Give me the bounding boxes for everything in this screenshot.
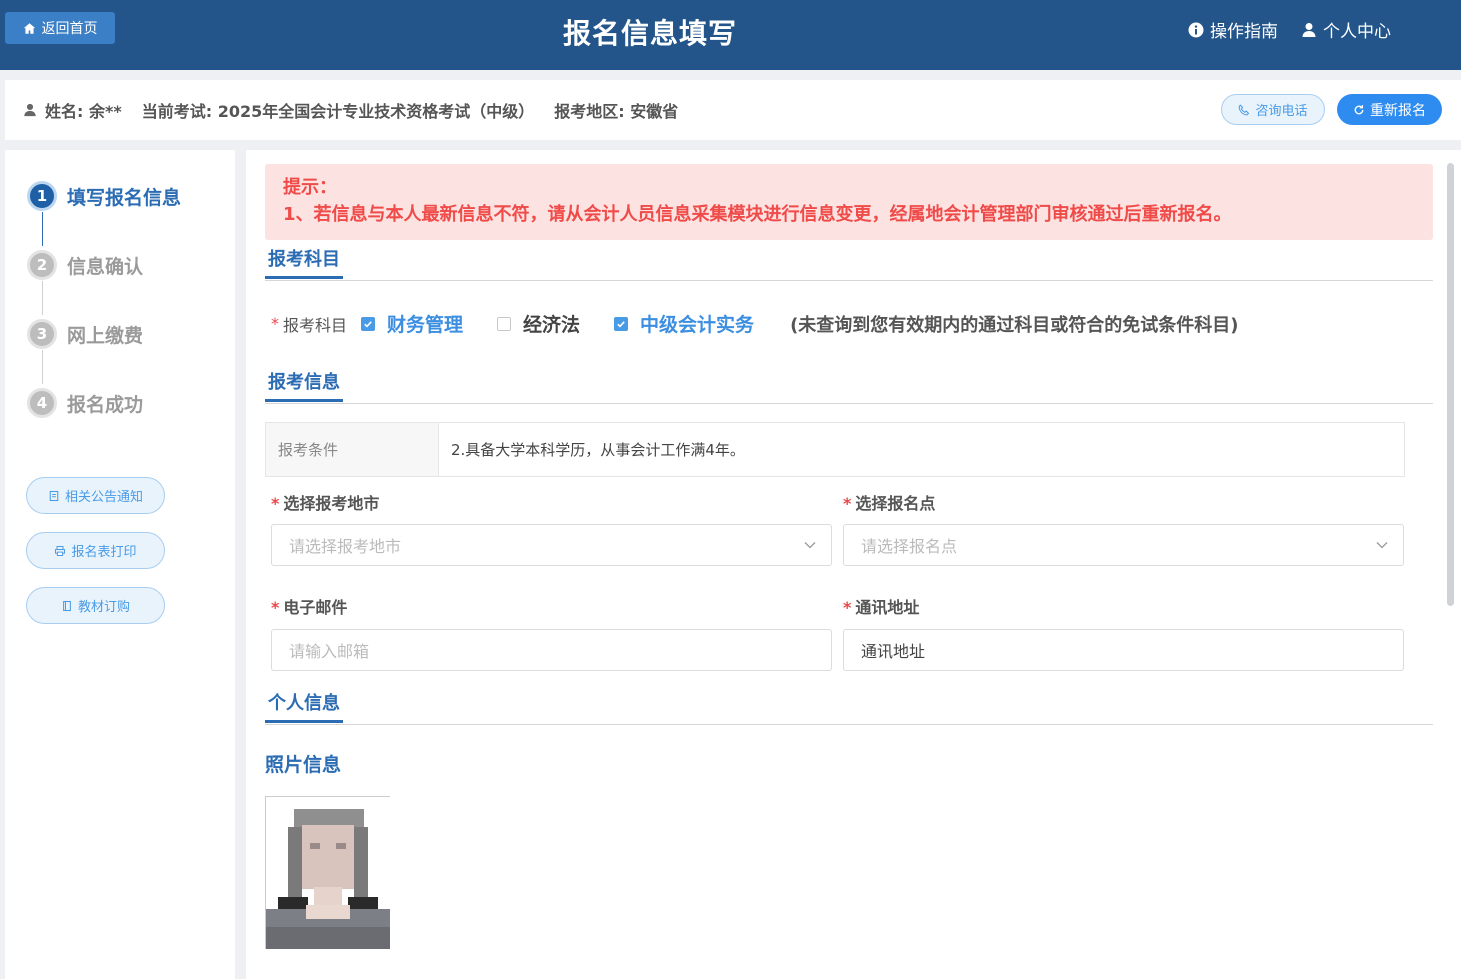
print-form-label: 报名表打印 bbox=[71, 545, 137, 560]
required-mark: * bbox=[271, 598, 280, 617]
section-subjects: 报考科目 bbox=[265, 248, 1433, 281]
point-field-label: * 选择报名点 bbox=[843, 490, 935, 514]
email-field-label: * 电子邮件 bbox=[271, 594, 347, 618]
profile-link[interactable]: 个人中心 bbox=[1301, 17, 1391, 42]
email-input[interactable]: 请输入邮箱 bbox=[271, 629, 832, 671]
top-bar: 返回首页 报名信息填写 操作指南 个人中心 bbox=[0, 0, 1461, 70]
city-field-label: * 选择报考地市 bbox=[271, 490, 379, 514]
required-mark: * bbox=[843, 598, 852, 617]
profile-link-label: 个人中心 bbox=[1323, 22, 1391, 42]
condition-key: 报考条件 bbox=[266, 423, 439, 476]
email-input-placeholder: 请输入邮箱 bbox=[289, 642, 370, 661]
chevron-down-icon bbox=[1376, 542, 1388, 549]
subject-name[interactable]: 经济法 bbox=[523, 310, 580, 337]
step-label: 网上缴费 bbox=[67, 324, 144, 347]
section-title: 报考科目 bbox=[265, 248, 343, 279]
exam-region: 报考地区: 安徽省 bbox=[554, 102, 679, 121]
section-title: 个人信息 bbox=[265, 692, 343, 723]
email-label-text: 电子邮件 bbox=[283, 598, 348, 617]
subject-selection-row: * 报考科目 财务管理 经济法 中级会计实务 (未查询到您有效期内的通过科目或符… bbox=[271, 310, 1239, 337]
address-input[interactable]: 通讯地址 bbox=[843, 629, 1404, 671]
textbook-order-label: 教材订购 bbox=[77, 600, 130, 615]
step-number: 4 bbox=[27, 388, 57, 418]
reapply-button[interactable]: 重新报名 bbox=[1337, 94, 1442, 125]
notice-title: 提示： bbox=[283, 177, 337, 198]
step-connector bbox=[42, 350, 43, 384]
consult-phone-button[interactable]: 咨询电话 bbox=[1221, 94, 1325, 125]
step-label: 信息确认 bbox=[67, 255, 144, 278]
address-input-value: 通讯地址 bbox=[861, 642, 926, 661]
step-number: 2 bbox=[27, 250, 57, 280]
address-field-label: * 通讯地址 bbox=[843, 594, 919, 618]
step-success: 4 报名成功 bbox=[27, 388, 143, 418]
subject-field-label: 报考科目 bbox=[283, 315, 348, 335]
notice-box: 提示： 1、若信息与本人最新信息不符，请从会计人员信息采集模块进行信息变更，经属… bbox=[265, 164, 1433, 240]
step-label: 报名成功 bbox=[67, 393, 144, 416]
info-icon bbox=[1188, 22, 1204, 37]
consult-phone-label: 咨询电话 bbox=[1255, 104, 1308, 119]
photo-section-title: 照片信息 bbox=[265, 754, 342, 776]
condition-value: 2.具备大学本科学历，从事会计工作满4年。 bbox=[451, 441, 745, 459]
subject-checkbox-economic-law[interactable] bbox=[497, 316, 512, 331]
check-icon bbox=[617, 320, 625, 328]
step-connector bbox=[42, 212, 43, 246]
chevron-down-icon bbox=[804, 542, 816, 549]
check-icon bbox=[364, 320, 372, 328]
candidate-info-bar: 姓名: 余** 当前考试: 2025年全国会计专业技术资格考试（中级） 报考地区… bbox=[5, 80, 1461, 140]
book-icon bbox=[63, 600, 71, 611]
section-exam-info: 报考信息 bbox=[265, 371, 1433, 404]
step-number: 1 bbox=[27, 181, 57, 211]
subject-checkbox-accounting-practice[interactable] bbox=[614, 316, 629, 331]
exam-condition-table: 报考条件 2.具备大学本科学历，从事会计工作满4年。 bbox=[265, 422, 1405, 477]
print-form-button[interactable]: 报名表打印 bbox=[26, 532, 165, 569]
section-personal-info: 个人信息 bbox=[265, 692, 1433, 725]
guide-link-label: 操作指南 bbox=[1210, 22, 1278, 42]
related-notices-button[interactable]: 相关公告通知 bbox=[26, 477, 165, 514]
subject-name[interactable]: 中级会计实务 bbox=[640, 310, 754, 337]
section-title: 报考信息 bbox=[265, 371, 343, 402]
printer-icon bbox=[55, 545, 66, 556]
user-icon bbox=[1302, 22, 1316, 37]
step-confirm-info: 2 信息确认 bbox=[27, 250, 143, 280]
guide-link[interactable]: 操作指南 bbox=[1188, 17, 1278, 42]
applicant-photo bbox=[265, 796, 390, 949]
main-content: 提示： 1、若信息与本人最新信息不符，请从会计人员信息采集模块进行信息变更，经属… bbox=[246, 150, 1461, 979]
phone-icon bbox=[1239, 103, 1250, 115]
step-online-payment: 3 网上缴费 bbox=[27, 319, 143, 349]
step-label: 填写报名信息 bbox=[67, 186, 182, 209]
textbook-order-button[interactable]: 教材订购 bbox=[26, 587, 165, 624]
required-mark: * bbox=[271, 494, 280, 513]
user-icon bbox=[24, 103, 36, 117]
required-mark: * bbox=[843, 494, 852, 513]
step-connector bbox=[42, 281, 43, 315]
registration-point-select[interactable]: 请选择报名点 bbox=[843, 524, 1404, 566]
current-exam: 当前考试: 2025年全国会计专业技术资格考试（中级） bbox=[141, 102, 535, 121]
address-label-text: 通讯地址 bbox=[855, 598, 920, 617]
required-mark: * bbox=[271, 314, 279, 333]
candidate-summary: 姓名: 余** 当前考试: 2025年全国会计专业技术资格考试（中级） 报考地区… bbox=[23, 98, 678, 122]
step-number: 3 bbox=[27, 319, 57, 349]
point-select-placeholder: 请选择报名点 bbox=[861, 537, 958, 556]
city-select[interactable]: 请选择报考地市 bbox=[271, 524, 832, 566]
city-select-placeholder: 请选择报考地市 bbox=[289, 537, 402, 556]
document-icon bbox=[49, 490, 59, 501]
notice-line: 1、若信息与本人最新信息不符，请从会计人员信息采集模块进行信息变更，经属地会计管… bbox=[283, 204, 1232, 225]
page-title: 报名信息填写 bbox=[562, 17, 737, 50]
subject-note: (未查询到您有效期内的通过科目或符合的免试条件科目) bbox=[790, 314, 1239, 336]
city-label-text: 选择报考地市 bbox=[283, 494, 380, 513]
related-notices-label: 相关公告通知 bbox=[64, 490, 143, 505]
point-label-text: 选择报名点 bbox=[855, 494, 936, 513]
photo-image bbox=[266, 797, 390, 949]
steps-sidebar: 1 填写报名信息 2 信息确认 3 网上缴费 4 报名成功 相关公告通知 报名表… bbox=[5, 150, 235, 979]
subject-name[interactable]: 财务管理 bbox=[387, 310, 463, 337]
scrollbar[interactable] bbox=[1447, 163, 1454, 606]
refresh-icon bbox=[1354, 104, 1364, 114]
subject-checkbox-finance[interactable] bbox=[361, 316, 376, 331]
reapply-label: 重新报名 bbox=[1370, 102, 1426, 119]
step-fill-info: 1 填写报名信息 bbox=[27, 181, 181, 211]
candidate-name: 姓名: 余** bbox=[45, 102, 122, 121]
